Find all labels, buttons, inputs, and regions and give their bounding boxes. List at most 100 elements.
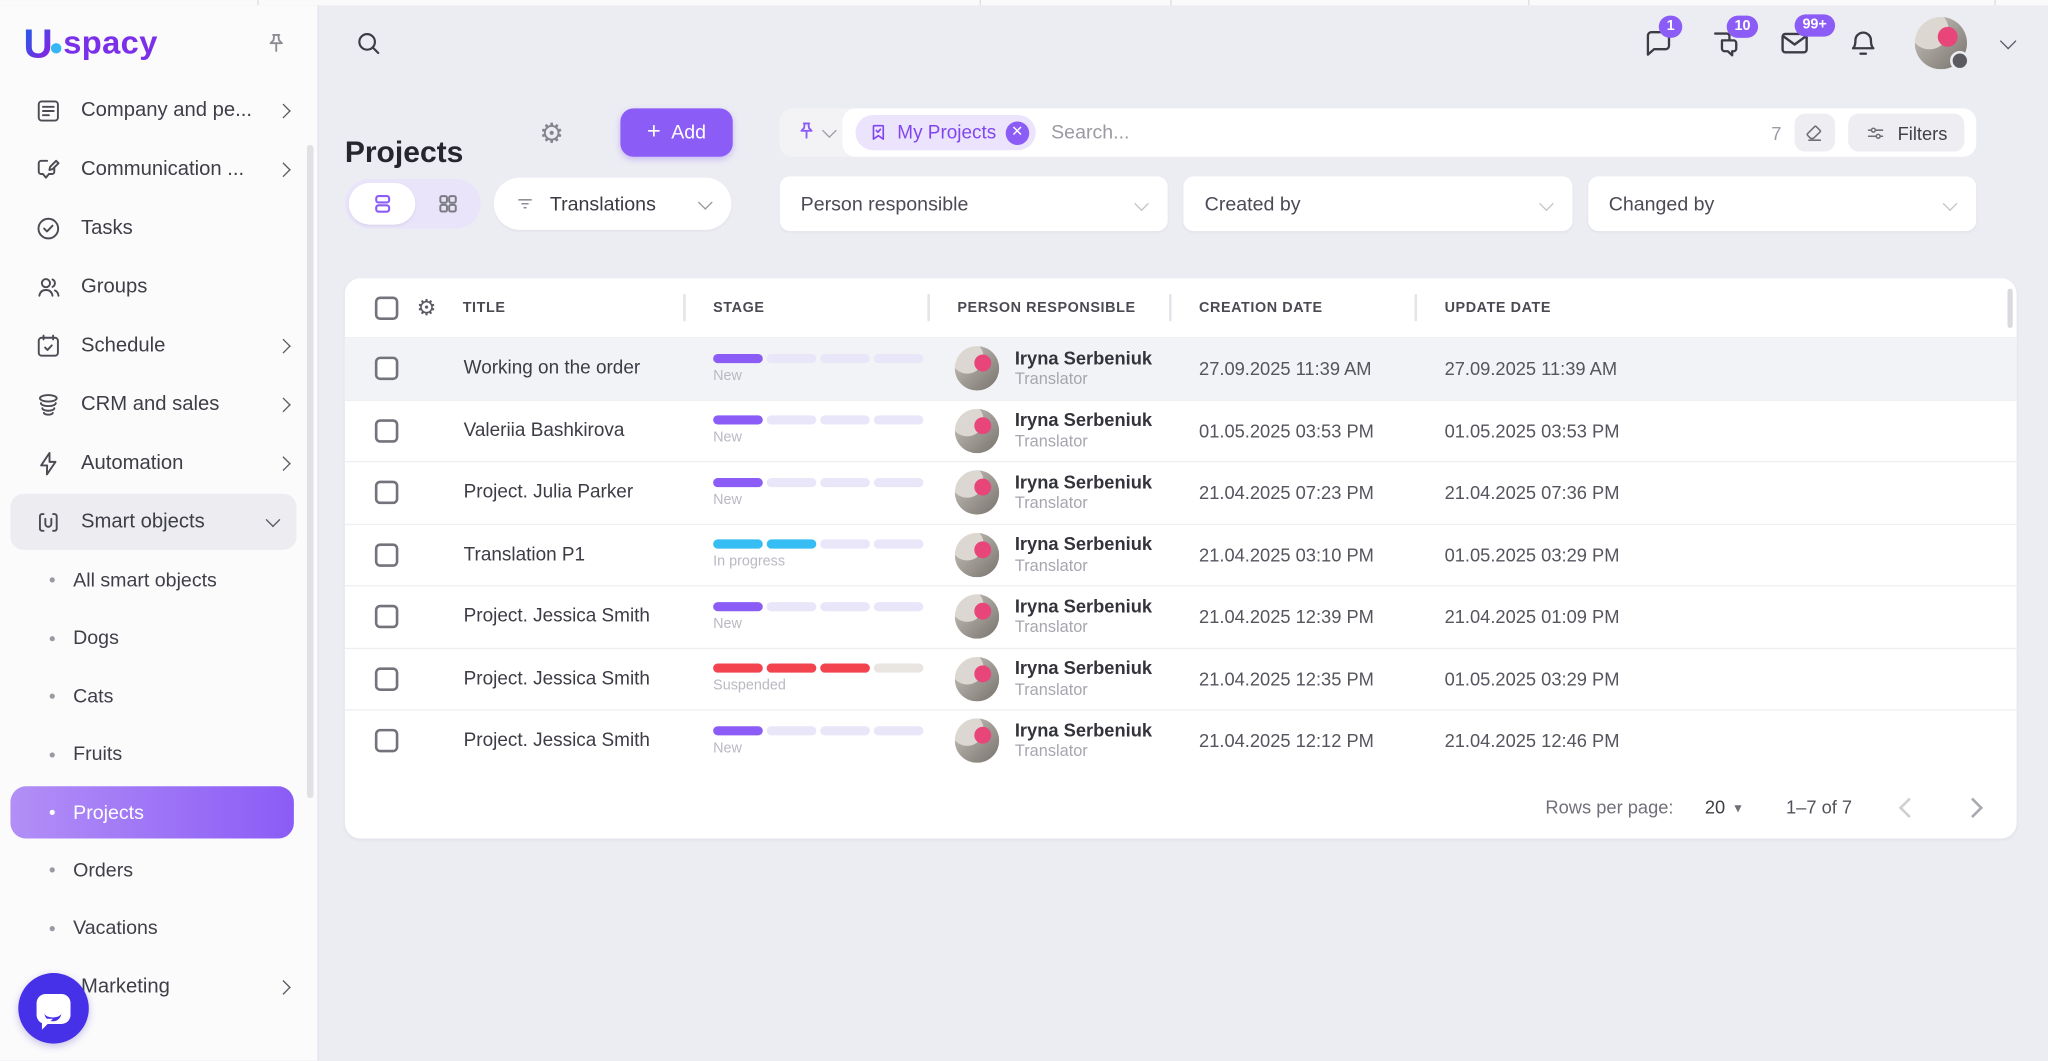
chevron-right-icon xyxy=(276,162,291,177)
sidebar-item-schedule[interactable]: Schedule xyxy=(0,316,317,375)
notifications-button[interactable] xyxy=(1847,27,1880,60)
project-title[interactable]: Valeriia Bashkirova xyxy=(464,420,625,441)
row-checkbox[interactable] xyxy=(375,419,399,443)
project-title[interactable]: Project. Jessica Smith xyxy=(464,668,650,689)
topbar: 1 10 99+ xyxy=(317,5,2048,81)
sidebar-subitem[interactable]: Dogs xyxy=(0,609,317,667)
search-filter-bar: My Projects ✕ 7 Filters xyxy=(780,108,1976,156)
creation-date: 27.09.2025 11:39 AM xyxy=(1169,358,1415,379)
profile-chevron-down-icon[interactable] xyxy=(2000,32,2017,49)
filter-select-label: Created by xyxy=(1205,193,1301,215)
grid-view-button[interactable] xyxy=(415,192,480,216)
row-checkbox[interactable] xyxy=(375,605,399,629)
search-icon[interactable] xyxy=(354,29,383,58)
project-title[interactable]: Project. Jessica Smith xyxy=(464,730,650,751)
person-name[interactable]: Iryna Serbeniuk xyxy=(1015,719,1152,742)
pin-sidebar-icon[interactable] xyxy=(264,31,289,56)
person-avatar[interactable] xyxy=(955,595,999,639)
filters-button-label: Filters xyxy=(1898,122,1948,143)
row-checkbox[interactable] xyxy=(375,543,399,567)
table-row[interactable]: Working on the order New Iryna Serbeniuk… xyxy=(345,338,2017,399)
support-chat-launcher[interactable] xyxy=(18,973,89,1044)
person-name[interactable]: Iryna Serbeniuk xyxy=(1015,347,1152,370)
person-avatar[interactable] xyxy=(955,346,999,390)
chat-badge: 1 xyxy=(1659,15,1683,37)
bookmark-icon xyxy=(869,123,889,143)
chat-notifications-button[interactable]: 1 xyxy=(1642,27,1675,60)
comments-button[interactable]: 10 xyxy=(1710,27,1743,60)
sidebar-subitem[interactable]: Cats xyxy=(0,667,317,725)
person-name[interactable]: Iryna Serbeniuk xyxy=(1015,471,1152,494)
person-avatar[interactable] xyxy=(955,719,999,763)
clear-filters-button[interactable] xyxy=(1794,114,1834,152)
add-button[interactable]: Add xyxy=(620,108,732,156)
column-stage: STAGE xyxy=(683,300,927,316)
table-scrollbar[interactable] xyxy=(2008,289,2013,328)
person-avatar[interactable] xyxy=(955,408,999,452)
sidebar-subitem[interactable]: Fruits xyxy=(0,726,317,784)
project-title[interactable]: Working on the order xyxy=(464,358,641,379)
sidebar-item-smart-objects[interactable]: Smart objects xyxy=(10,494,296,550)
sidebar-scrollbar[interactable] xyxy=(307,145,314,798)
row-checkbox[interactable] xyxy=(375,729,399,753)
pin-filter-dropdown[interactable] xyxy=(795,120,834,142)
sidebar-item-tasks[interactable]: Tasks xyxy=(0,199,317,258)
filter-select[interactable]: Changed by xyxy=(1588,176,1976,231)
previous-page-button[interactable] xyxy=(1899,797,1919,817)
row-checkbox[interactable] xyxy=(375,481,399,505)
table-row[interactable]: Translation P1 In progress Iryna Serbeni… xyxy=(345,523,2017,585)
rows-per-page-value: 20 xyxy=(1705,797,1725,818)
user-avatar[interactable] xyxy=(1915,17,1967,69)
bullet-icon xyxy=(50,694,55,699)
person-avatar[interactable] xyxy=(955,657,999,701)
search-field[interactable]: My Projects ✕ 7 Filters xyxy=(842,108,1976,156)
sidebar-item-communication[interactable]: Communication ... xyxy=(0,140,317,199)
mail-button[interactable]: 99+ xyxy=(1778,26,1812,60)
person-name[interactable]: Iryna Serbeniuk xyxy=(1015,533,1152,556)
sidebar-item-crm[interactable]: CRM and sales xyxy=(0,375,317,434)
sidebar-subitem[interactable]: Orders xyxy=(0,841,317,899)
table-settings-gear-icon[interactable]: ⚙ xyxy=(417,295,437,321)
table-row[interactable]: Project. Jessica Smith New Iryna Serbeni… xyxy=(345,709,2017,771)
stage-label: New xyxy=(713,492,927,508)
uspacy-logo[interactable]: U spacy xyxy=(24,23,158,63)
sidebar-item-company[interactable]: Company and pe... xyxy=(0,81,317,140)
rows-per-page-select[interactable]: 20 xyxy=(1705,797,1742,818)
saved-filter-dropdown[interactable]: Translations xyxy=(494,178,732,230)
person-name[interactable]: Iryna Serbeniuk xyxy=(1015,409,1152,432)
column-created: CREATION DATE xyxy=(1169,300,1415,316)
app-window: U spacy Company and pe... Communication … xyxy=(0,0,2048,1061)
table-row[interactable]: Project. Julia Parker New Iryna Serbeniu… xyxy=(345,461,2017,523)
filters-button[interactable]: Filters xyxy=(1848,114,1964,152)
project-title[interactable]: Project. Julia Parker xyxy=(464,482,633,503)
table-row[interactable]: Valeriia Bashkirova New Iryna Serbeniuk … xyxy=(345,399,2017,461)
sidebar-subitem[interactable]: Vacations xyxy=(0,899,317,957)
person-name[interactable]: Iryna Serbeniuk xyxy=(1015,657,1152,680)
person-name[interactable]: Iryna Serbeniuk xyxy=(1015,595,1152,618)
select-all-checkbox[interactable] xyxy=(375,296,399,320)
table-row[interactable]: Project. Jessica Smith Suspended Iryna S… xyxy=(345,647,2017,709)
row-checkbox[interactable] xyxy=(375,667,399,691)
filter-select[interactable]: Person responsible xyxy=(780,176,1168,231)
sidebar-subitem[interactable]: Projects xyxy=(10,786,293,838)
sidebar-subitem-label: Fruits xyxy=(73,744,122,766)
project-title[interactable]: Project. Jessica Smith xyxy=(464,606,650,627)
sidebar-item-automation[interactable]: Automation xyxy=(0,434,317,493)
filter-select[interactable]: Created by xyxy=(1184,176,1572,231)
update-date: 21.04.2025 07:36 PM xyxy=(1415,482,2017,503)
sidebar-item-groups[interactable]: Groups xyxy=(0,257,317,316)
update-date: 01.05.2025 03:29 PM xyxy=(1415,668,2017,689)
page-settings-gear-icon[interactable]: ⚙ xyxy=(539,118,564,149)
project-title[interactable]: Translation P1 xyxy=(464,544,585,565)
chip-remove-icon[interactable]: ✕ xyxy=(1005,121,1029,145)
row-checkbox[interactable] xyxy=(375,357,399,381)
next-page-button[interactable] xyxy=(1963,797,1983,817)
my-projects-chip[interactable]: My Projects ✕ xyxy=(856,115,1036,150)
person-avatar[interactable] xyxy=(955,533,999,577)
person-avatar[interactable] xyxy=(955,471,999,515)
sidebar-subitem[interactable]: All smart objects xyxy=(0,551,317,609)
search-input[interactable] xyxy=(1048,120,1758,145)
table-row[interactable]: Project. Jessica Smith New Iryna Serbeni… xyxy=(345,585,2017,647)
list-view-button[interactable] xyxy=(349,183,416,225)
person-role: Translator xyxy=(1015,432,1152,452)
